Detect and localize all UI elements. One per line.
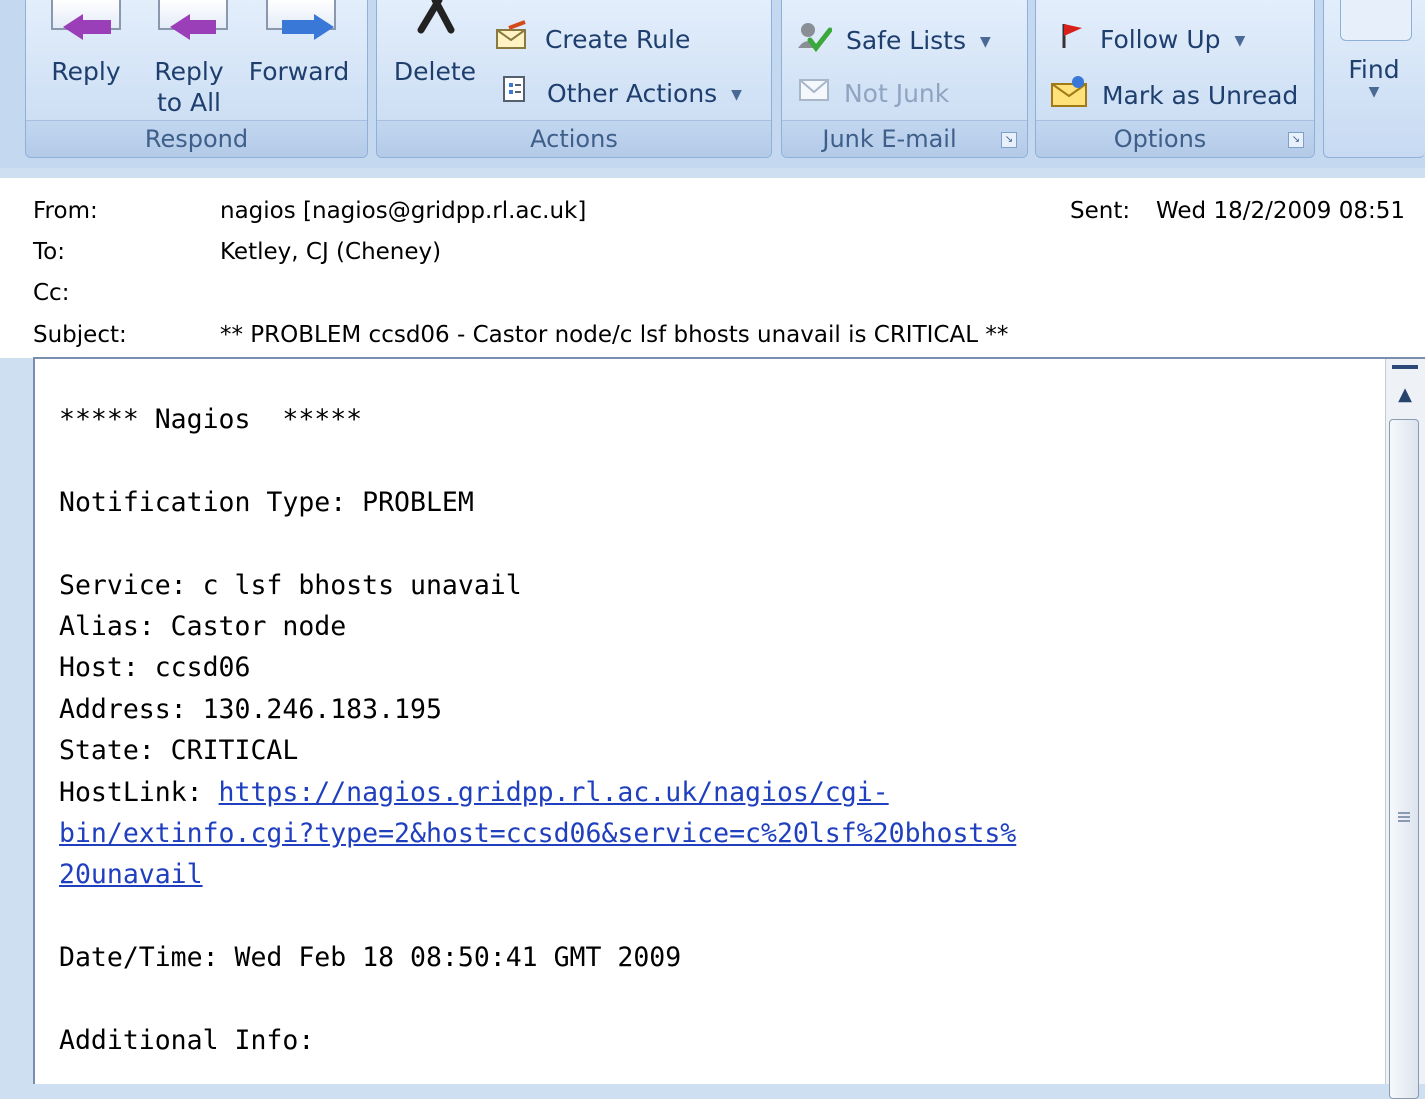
body-alias: Alias: Castor node xyxy=(59,611,347,643)
options-group: Follow Up ▼ Mark as Unread Options ↘ xyxy=(1035,0,1315,158)
hostlink-url-line2[interactable]: bin/extinfo.cgi?type=2&host=ccsd06&servi… xyxy=(59,818,1016,849)
junk-email-group-label: Junk E-mail xyxy=(782,120,1027,157)
body-host: Host: ccsd06 xyxy=(59,652,251,684)
not-junk-button[interactable]: Not Junk xyxy=(796,74,949,114)
message-body[interactable]: ***** Nagios ***** Notification Type: PR… xyxy=(33,357,1425,1099)
body-hostlink-label: HostLink: xyxy=(59,776,219,808)
follow-up-button[interactable]: Follow Up ▼ xyxy=(1058,20,1245,60)
find-button[interactable]: Find ▼ xyxy=(1324,54,1424,114)
message-body-text: ***** Nagios ***** Notification Type: PR… xyxy=(59,399,1379,1062)
reply-all-label-line2: to All xyxy=(156,88,222,117)
from-label: From: xyxy=(33,198,98,224)
junk-email-label-text: Junk E-mail xyxy=(822,125,957,153)
safe-lists-button[interactable]: Safe Lists ▼ xyxy=(796,20,991,60)
respond-group: Reply Reply to All Forward Respond xyxy=(25,0,368,158)
sent-value: Wed 18/2/2009 08:51 xyxy=(1156,198,1405,224)
reply-all-icon xyxy=(144,0,234,52)
other-actions-dropdown-icon: ▼ xyxy=(731,87,742,103)
options-label-text: Options xyxy=(1113,125,1207,153)
hostlink-url-line1[interactable]: https://nagios.gridpp.rl.ac.uk/nagios/cg… xyxy=(219,777,889,808)
follow-up-dropdown-icon: ▼ xyxy=(1234,33,1246,49)
ribbon: Reply Reply to All Forward Respond Delet… xyxy=(0,0,1425,168)
body-state: State: CRITICAL xyxy=(59,735,299,767)
not-junk-icon xyxy=(796,74,832,116)
not-junk-label: Not Junk xyxy=(843,79,950,108)
subject-label: Subject: xyxy=(33,322,127,348)
body-additional-info: Additional Info: xyxy=(59,1025,315,1057)
reply-label: Reply xyxy=(51,57,121,86)
to-label: To: xyxy=(33,239,65,265)
body-banner: ***** Nagios ***** xyxy=(59,404,363,435)
to-value[interactable]: Ketley, CJ (Cheney) xyxy=(220,239,441,265)
forward-button[interactable]: Forward xyxy=(244,0,354,120)
other-actions-label: Other Actions xyxy=(546,79,718,108)
other-actions-button[interactable]: Other Actions ▼ xyxy=(501,74,742,114)
cc-label: Cc: xyxy=(33,280,70,306)
body-service: Service: c lsf bhosts unavail xyxy=(59,569,522,601)
find-dropdown-icon: ▼ xyxy=(1368,84,1380,100)
other-actions-icon xyxy=(501,74,529,116)
forward-icon xyxy=(244,0,354,52)
body-datetime: Date/Time: Wed Feb 18 08:50:41 GMT 2009 xyxy=(59,942,682,974)
junk-email-group: Safe Lists ▼ Not Junk Junk E-mail ↘ xyxy=(781,0,1028,158)
mark-as-unread-label: Mark as Unread xyxy=(1101,81,1299,110)
safe-lists-label: Safe Lists xyxy=(845,26,966,55)
mark-as-unread-button[interactable]: Mark as Unread xyxy=(1050,74,1298,114)
delete-label: Delete xyxy=(393,57,477,86)
vertical-scrollbar[interactable]: ▲ xyxy=(1385,359,1425,1099)
follow-up-label: Follow Up xyxy=(1099,25,1221,54)
actions-group-label: Actions xyxy=(377,120,771,157)
find-group: Find ▼ xyxy=(1323,0,1425,158)
hostlink-url-line3[interactable]: 20unavail xyxy=(59,859,203,890)
delete-x-icon xyxy=(391,0,479,52)
scroll-thumb[interactable] xyxy=(1389,419,1419,1099)
find-label: Find xyxy=(1348,55,1400,84)
red-flag-icon xyxy=(1058,20,1088,62)
reply-all-button[interactable]: Reply to All xyxy=(144,0,234,120)
reply-all-label-line1: Reply xyxy=(154,57,224,86)
options-launcher-icon[interactable]: ↘ xyxy=(1288,132,1304,148)
reply-icon xyxy=(41,0,131,52)
body-address: Address: 130.246.183.195 xyxy=(59,693,442,725)
message-header: From: nagios [nagios@gridpp.rl.ac.uk] Se… xyxy=(0,178,1425,358)
forward-label: Forward xyxy=(248,57,350,86)
safe-lists-icon xyxy=(796,20,833,64)
respond-group-label: Respond xyxy=(26,120,367,157)
find-icon xyxy=(1340,0,1412,41)
create-rule-icon xyxy=(495,20,531,62)
safe-lists-dropdown-icon: ▼ xyxy=(979,34,991,50)
create-rule-button[interactable]: Create Rule xyxy=(495,20,690,60)
actions-group: Delete Create Rule Other Actions ▼ Actio… xyxy=(376,0,772,158)
scroll-grip-icon xyxy=(1398,812,1410,822)
body-notification-type: Notification Type: PROBLEM xyxy=(59,486,474,518)
scroll-split-handle[interactable] xyxy=(1392,365,1418,369)
create-rule-label: Create Rule xyxy=(544,25,691,54)
reply-button[interactable]: Reply xyxy=(41,0,131,120)
from-value[interactable]: nagios [nagios@gridpp.rl.ac.uk] xyxy=(220,198,586,224)
options-group-label: Options xyxy=(1036,120,1314,157)
junk-email-launcher-icon[interactable]: ↘ xyxy=(1001,132,1017,148)
subject-value: ** PROBLEM ccsd06 - Castor node/c lsf bh… xyxy=(220,322,1009,348)
delete-button[interactable]: Delete xyxy=(391,0,479,120)
scroll-up-arrow-icon[interactable]: ▲ xyxy=(1386,375,1424,415)
mark-unread-icon xyxy=(1050,74,1090,120)
sent-label: Sent: xyxy=(1070,198,1131,224)
